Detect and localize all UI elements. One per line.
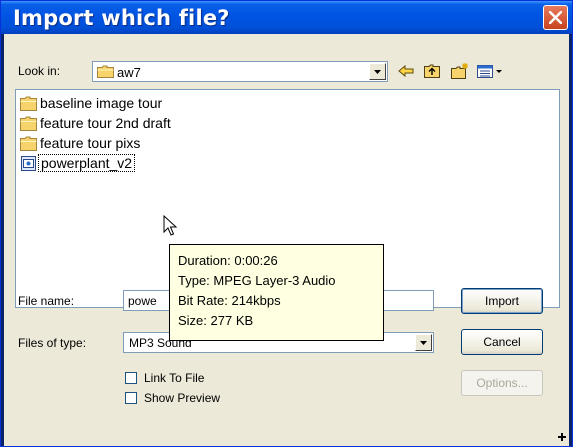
folder-icon bbox=[97, 65, 114, 78]
file-name-label: File name: bbox=[18, 294, 75, 308]
folder-icon bbox=[20, 116, 37, 131]
look-in-dropdown-arrow[interactable] bbox=[369, 63, 386, 80]
chevron-down-icon bbox=[374, 70, 381, 74]
folder-icon bbox=[20, 136, 37, 151]
tooltip-duration: Duration: 0:00:26 bbox=[178, 253, 278, 268]
file-name-value: powe bbox=[128, 294, 157, 308]
resize-grip[interactable] bbox=[555, 430, 569, 444]
view-menu-icon[interactable] bbox=[476, 62, 504, 80]
file-name: powerplant_v2 bbox=[38, 154, 136, 172]
tooltip-size: Size: 277 KB bbox=[178, 313, 254, 328]
files-of-type-label: Files of type: bbox=[18, 336, 87, 350]
file-name: feature tour pixs bbox=[40, 135, 141, 151]
back-arrow-icon[interactable] bbox=[396, 62, 416, 80]
up-one-level-icon[interactable] bbox=[422, 62, 442, 80]
chevron-down-icon bbox=[420, 341, 427, 345]
title-bar[interactable]: Import which file? bbox=[1, 1, 572, 34]
close-icon bbox=[549, 11, 562, 24]
file-info-tooltip: Duration: 0:00:26 Type: MPEG Layer-3 Aud… bbox=[169, 244, 384, 341]
link-to-file-checkbox[interactable] bbox=[125, 372, 137, 384]
look-in-value: aw7 bbox=[117, 65, 141, 80]
tooltip-bitrate: Bit Rate: 214kbps bbox=[178, 293, 281, 308]
audio-file-icon bbox=[21, 156, 36, 171]
look-in-dropdown[interactable]: aw7 bbox=[92, 61, 388, 82]
close-button[interactable] bbox=[543, 5, 568, 30]
cancel-button[interactable]: Cancel bbox=[461, 329, 543, 355]
folder-icon bbox=[20, 96, 37, 111]
new-folder-icon[interactable] bbox=[450, 62, 470, 80]
import-file-dialog: Import which file? Look in: aw7 baseline… bbox=[0, 0, 573, 447]
file-name: baseline image tour bbox=[40, 95, 163, 111]
plus-icon bbox=[558, 433, 566, 441]
tooltip-type: Type: MPEG Layer-3 Audio bbox=[178, 273, 336, 288]
show-preview-label: Show Preview bbox=[144, 391, 221, 405]
show-preview-checkbox[interactable] bbox=[125, 392, 137, 404]
window-title: Import which file? bbox=[13, 6, 230, 30]
mouse-cursor-icon bbox=[163, 215, 178, 236]
files-of-type-dropdown-arrow[interactable] bbox=[415, 334, 432, 351]
look-in-label: Look in: bbox=[18, 64, 61, 78]
options-button[interactable]: Options... bbox=[461, 370, 543, 396]
file-name: feature tour 2nd draft bbox=[40, 115, 171, 131]
link-to-file-label: Link To File bbox=[144, 371, 205, 385]
dialog-body: Look in: aw7 baseline image tour feature… bbox=[4, 34, 569, 446]
import-button[interactable]: Import bbox=[461, 288, 543, 314]
